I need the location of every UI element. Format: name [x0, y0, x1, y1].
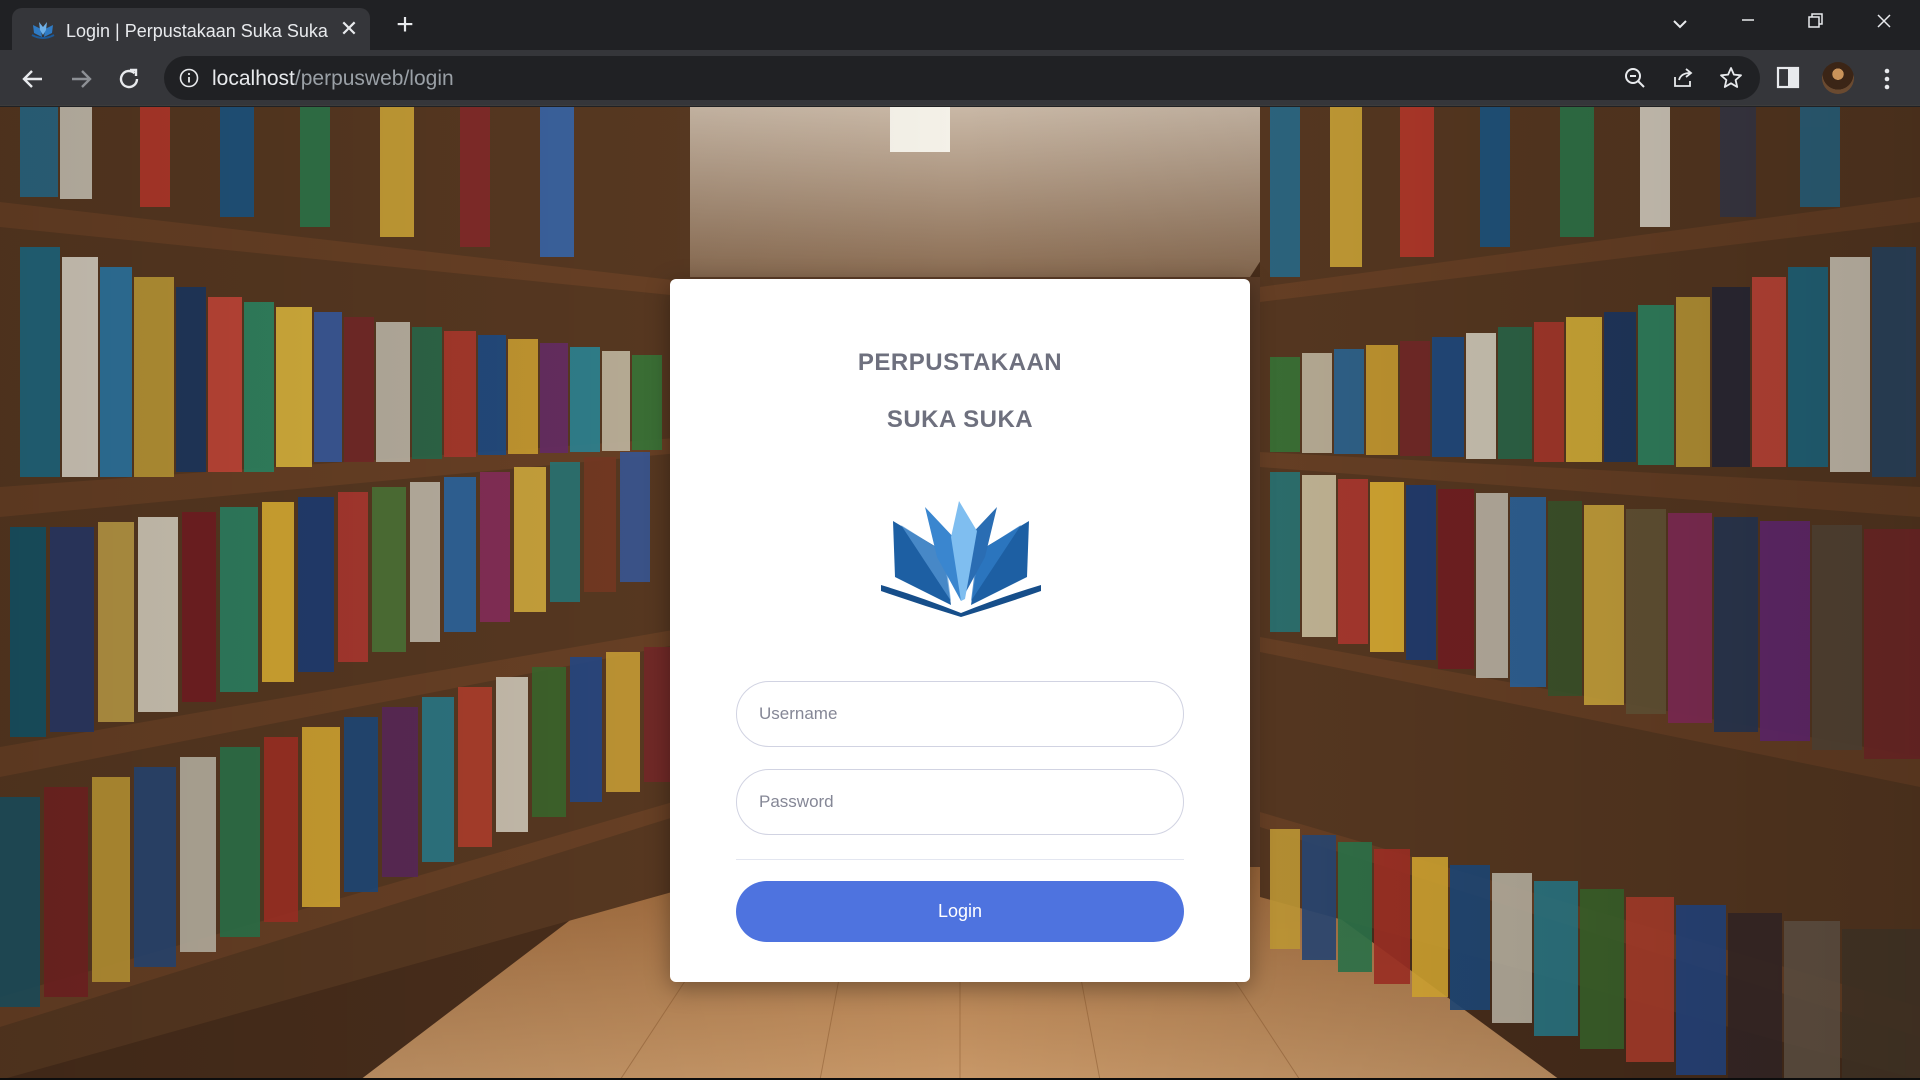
username-input[interactable] [736, 681, 1184, 747]
book-favicon-icon [31, 22, 55, 39]
back-arrow-icon[interactable] [16, 62, 50, 96]
url-path: /perpusweb/login [294, 67, 454, 90]
window-close-icon[interactable] [1852, 0, 1916, 44]
page-viewport: PERPUSTAKAAN SUKA SUKA Login [0, 107, 1920, 1080]
reload-icon[interactable] [112, 62, 146, 96]
divider [736, 859, 1184, 860]
avatar[interactable] [1822, 62, 1854, 94]
password-input[interactable] [736, 769, 1184, 835]
tab-title: Login | Perpustakaan Suka Suka [66, 21, 328, 41]
minimize-icon[interactable] [1716, 0, 1780, 44]
page-title-line-2: SUKA SUKA [886, 406, 1034, 433]
login-button[interactable]: Login [736, 881, 1184, 942]
info-icon[interactable] [178, 67, 200, 89]
browser-tab[interactable]: Login | Perpustakaan Suka Suka ✕ [12, 8, 370, 50]
open-book-icon [881, 501, 1041, 617]
kebab-menu-icon[interactable] [1874, 64, 1900, 94]
tab-search-chevron-icon[interactable] [1662, 10, 1698, 40]
browser-toolbar: localhost/perpusweb/login [0, 50, 1920, 106]
login-card: PERPUSTAKAAN SUKA SUKA Login [670, 279, 1250, 982]
zoom-icon[interactable] [1622, 65, 1648, 91]
side-panel-icon[interactable] [1776, 66, 1802, 90]
star-icon[interactable] [1718, 65, 1744, 91]
tab-close-icon[interactable]: ✕ [336, 16, 362, 42]
page-title-line-1: PERPUSTAKAAN [857, 349, 1063, 376]
restore-icon[interactable] [1784, 0, 1848, 44]
url-host: localhost [212, 67, 295, 90]
new-tab-icon[interactable]: + [390, 10, 420, 41]
forward-arrow-icon[interactable] [64, 62, 98, 96]
address-bar[interactable]: localhost/perpusweb/login [164, 56, 1760, 100]
share-icon[interactable] [1670, 65, 1696, 91]
tab-strip: Login | Perpustakaan Suka Suka ✕ + [0, 0, 1920, 50]
url-text[interactable]: localhost/perpusweb/login [212, 67, 454, 91]
